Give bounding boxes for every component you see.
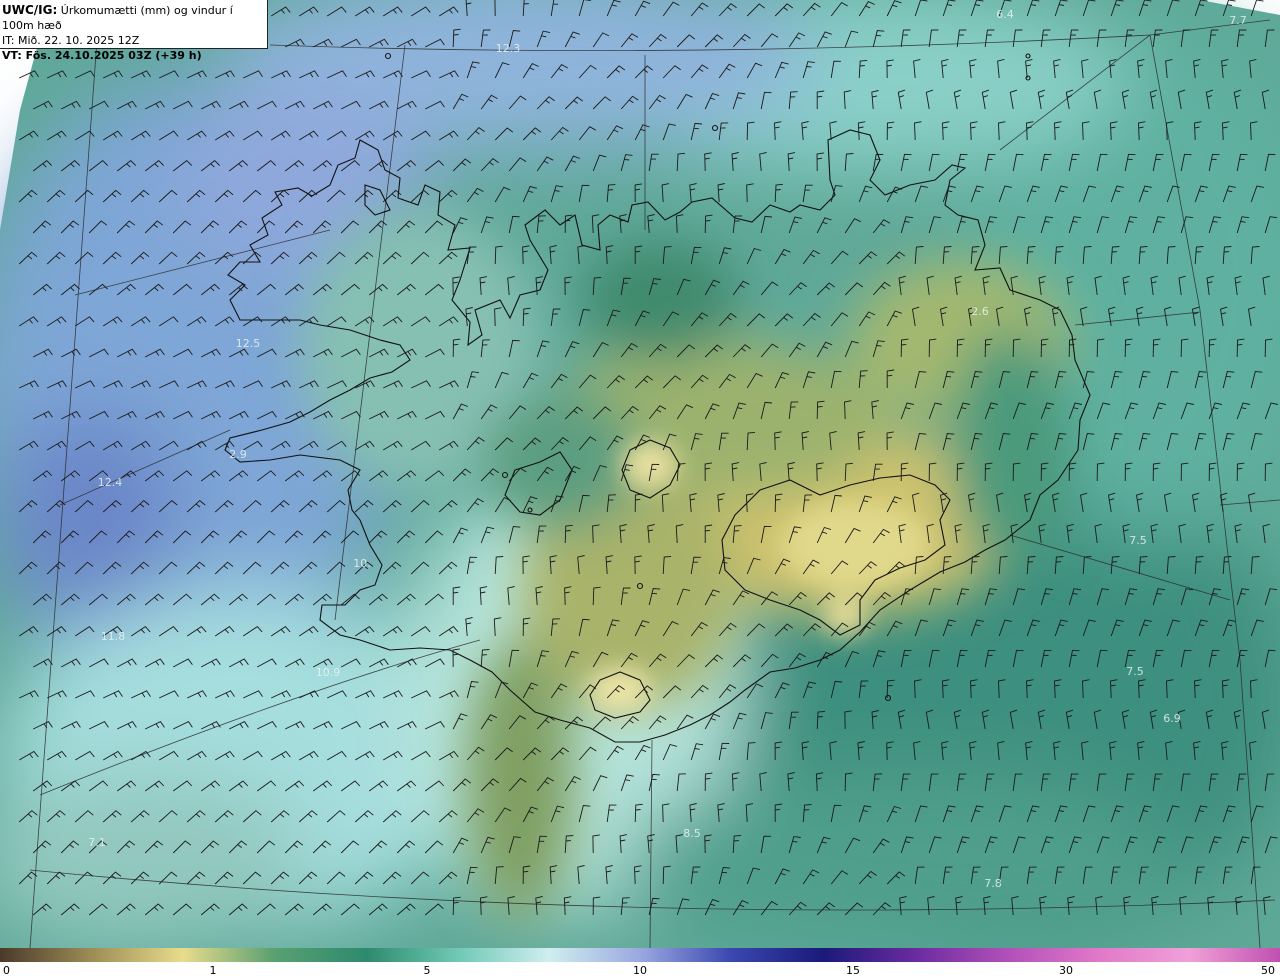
- scale-tick-label: 50: [1261, 964, 1275, 977]
- map-value-label: 11.8: [101, 630, 126, 643]
- map-value-label: 7.1: [88, 836, 106, 849]
- map-canvas: 6.4 7.7 12.3 2.6 12.5 12.4 2.9 7.5 10. 11.8 10.9 7.…: [0, 0, 1280, 948]
- product-code: UWC/IG:: [2, 3, 58, 17]
- valid-time-prefix: VT:: [2, 49, 22, 62]
- forecast-map[interactable]: 6.4 7.7 12.3 2.6 12.5 12.4 2.9 7.5 10. 11.8 10.9 7.…: [0, 0, 1280, 948]
- map-value-label: 7.5: [1129, 534, 1147, 547]
- color-scale-labels: 0 1 5 10 15 30 50: [0, 962, 1280, 978]
- map-value-label: 7.5: [1126, 665, 1144, 678]
- map-title-box: UWC/IG: Úrkomumætti (mm) og vindur í 100…: [0, 0, 268, 62]
- map-value-label: 2.6: [971, 305, 989, 318]
- scale-tick-label: 30: [1059, 964, 1073, 977]
- scale-tick-label: 15: [846, 964, 860, 977]
- map-value-label: 6.4: [996, 8, 1014, 21]
- map-value-label: 8.5: [683, 827, 701, 840]
- scale-tick-label: 5: [423, 964, 431, 977]
- map-value-label: 6.9: [1163, 712, 1181, 725]
- issue-time: IT: Mið. 22. 10. 2025 12Z: [2, 34, 140, 47]
- map-value-label: 10.: [353, 557, 371, 570]
- map-value-label: 10.9: [316, 666, 341, 679]
- map-value-label: 12.4: [98, 476, 123, 489]
- precipitation-field: [0, 0, 1280, 948]
- map-value-label: 12.5: [236, 337, 261, 350]
- map-value-label: 7.7: [1229, 14, 1247, 27]
- color-scale-bar: [0, 948, 1280, 962]
- scale-tick-label: 0: [3, 964, 10, 977]
- scale-tick-label: 1: [209, 964, 217, 977]
- scale-tick-label: 10: [633, 964, 647, 977]
- map-value-label: 12.3: [496, 42, 521, 55]
- map-value-label: 7.8: [984, 877, 1002, 890]
- valid-time: Fös. 24.10.2025 03Z (+39 h): [25, 49, 202, 62]
- map-value-label: 2.9: [229, 448, 247, 461]
